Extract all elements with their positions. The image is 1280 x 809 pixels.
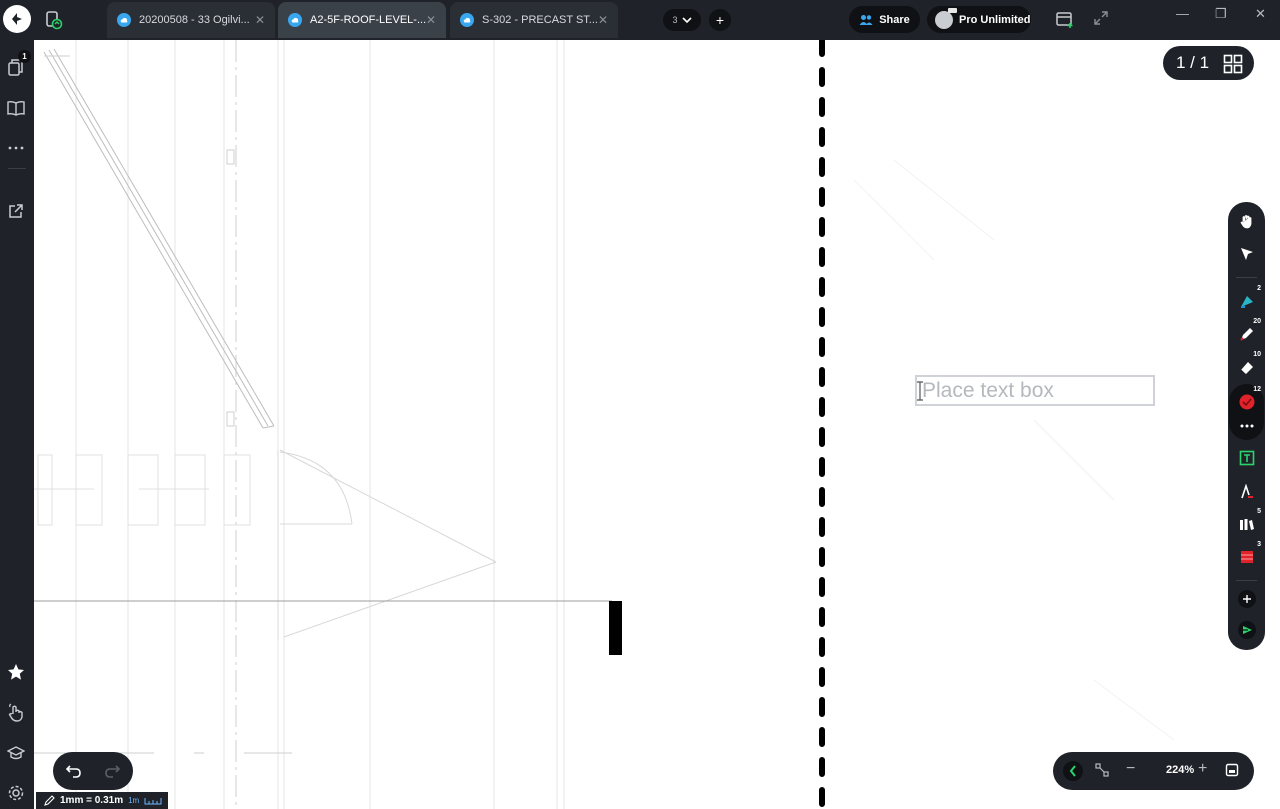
more-tools-icon[interactable] [1236, 415, 1257, 436]
page-indicator-label: 1 / 1 [1176, 53, 1210, 72]
text-box-input[interactable]: Place text box [915, 375, 1155, 406]
hand-gesture-icon[interactable] [5, 702, 27, 724]
chevron-left-icon [1069, 765, 1076, 777]
more-icon[interactable] [5, 137, 27, 159]
scale-ruler-label: 1m [128, 796, 140, 805]
add-tool-icon[interactable] [1236, 588, 1257, 609]
tab-close-icon[interactable]: ✕ [255, 13, 265, 27]
users-icon [859, 14, 873, 25]
new-window-icon[interactable] [1055, 10, 1075, 30]
library-icon[interactable]: 5 [1236, 508, 1261, 534]
scale-text: 1mm = 0.31m [60, 795, 124, 806]
avatar [935, 7, 957, 29]
print-icon[interactable] [1225, 763, 1239, 777]
share-label: Share [879, 13, 910, 26]
pencil-icon [44, 795, 55, 806]
measure-icon[interactable] [1236, 481, 1257, 502]
settings-icon[interactable] [5, 782, 27, 804]
sidebar-divider [8, 168, 26, 169]
toolbar-divider [1236, 277, 1257, 278]
page-indicator[interactable]: 1 / 1 [1163, 46, 1254, 80]
grid-view-icon[interactable] [1223, 54, 1243, 74]
fit-page-icon[interactable] [1095, 763, 1109, 777]
eraser-badge: 10 [1253, 351, 1261, 358]
pan-hand-icon[interactable] [1236, 210, 1257, 231]
new-tab-button[interactable]: + [709, 9, 731, 31]
close-window-button[interactable]: ✕ [1255, 6, 1266, 22]
home-cloud-icon[interactable] [44, 10, 64, 30]
toolbar-divider [1236, 580, 1257, 581]
highlighter-icon[interactable]: 2 [1236, 285, 1261, 311]
book-icon[interactable] [5, 97, 27, 119]
tab-document-3[interactable]: S-302 - PRECAST ST... ✕ [450, 2, 618, 38]
external-link-icon[interactable] [5, 200, 27, 222]
ruler-icon [144, 797, 162, 804]
left-sidebar: 1 [0, 40, 34, 809]
zoom-controls: − 224% + [1053, 752, 1254, 790]
collapse-button[interactable] [1063, 761, 1083, 781]
select-arrow-icon[interactable] [1236, 243, 1257, 264]
undo-redo-bar [53, 752, 133, 790]
drawing-canvas[interactable]: 1 / 1 Place text box [34, 40, 1280, 809]
tab-label: S-302 - PRECAST ST... [482, 14, 598, 26]
zoom-in-button[interactable]: + [1198, 760, 1207, 778]
text-box-placeholder: Place text box [922, 378, 1054, 402]
highlighter-badge: 2 [1257, 285, 1261, 292]
tab-count-dropdown[interactable]: 3 [663, 9, 701, 31]
zoom-out-button[interactable]: − [1126, 760, 1135, 778]
shape-icon[interactable]: 3 [1236, 541, 1261, 567]
stamp-icon[interactable]: 12 [1236, 386, 1261, 412]
minimize-button[interactable]: — [1176, 6, 1189, 21]
present-icon[interactable] [1236, 619, 1257, 640]
tab-document-2[interactable]: A2-5F-ROOF-LEVEL-... ✕ [278, 2, 446, 38]
cloud-icon [288, 13, 302, 27]
top-bar: 20200508 - 33 Ogilvi... ✕ A2-5F-ROOF-LEV… [0, 0, 1280, 40]
pages-badge: 1 [18, 50, 31, 63]
chevron-down-icon [681, 16, 692, 23]
zoom-level[interactable]: 224% [1166, 764, 1194, 776]
fullscreen-icon[interactable] [1093, 10, 1113, 30]
account-button[interactable]: Pro Unlimited [927, 6, 1031, 33]
text-cursor-icon [917, 381, 923, 401]
cloud-icon [117, 13, 131, 27]
tab-label: 20200508 - 33 Ogilvi... [139, 14, 250, 26]
plan-label: Pro Unlimited [959, 13, 1031, 26]
library-badge: 5 [1257, 508, 1261, 515]
tab-document-1[interactable]: 20200508 - 33 Ogilvi... ✕ [107, 2, 275, 38]
tab-close-icon[interactable]: ✕ [426, 13, 436, 27]
pen-badge: 20 [1253, 318, 1261, 325]
graduation-cap-icon[interactable] [5, 742, 27, 764]
shape-badge: 3 [1257, 541, 1261, 548]
annotation-toolbar: 2 20 10 12 5 3 [1228, 202, 1265, 650]
scale-indicator[interactable]: 1mm = 0.31m 1m [36, 792, 168, 809]
tab-close-icon[interactable]: ✕ [598, 13, 608, 27]
tab-label: A2-5F-ROOF-LEVEL-... [310, 14, 427, 26]
pen-icon[interactable]: 20 [1236, 318, 1261, 344]
text-tool-icon[interactable] [1236, 447, 1257, 468]
maximize-button[interactable]: ❐ [1215, 6, 1227, 22]
undo-icon[interactable] [65, 762, 83, 780]
app-logo-icon[interactable] [3, 5, 31, 33]
star-icon[interactable] [5, 661, 27, 683]
eraser-icon[interactable]: 10 [1236, 351, 1261, 377]
redo-icon[interactable] [103, 762, 121, 780]
architectural-drawing [34, 40, 1175, 809]
tab-count-value: 3 [672, 15, 678, 25]
share-button[interactable]: Share [849, 6, 920, 33]
cloud-icon [460, 13, 474, 27]
stamp-badge: 12 [1253, 386, 1261, 393]
